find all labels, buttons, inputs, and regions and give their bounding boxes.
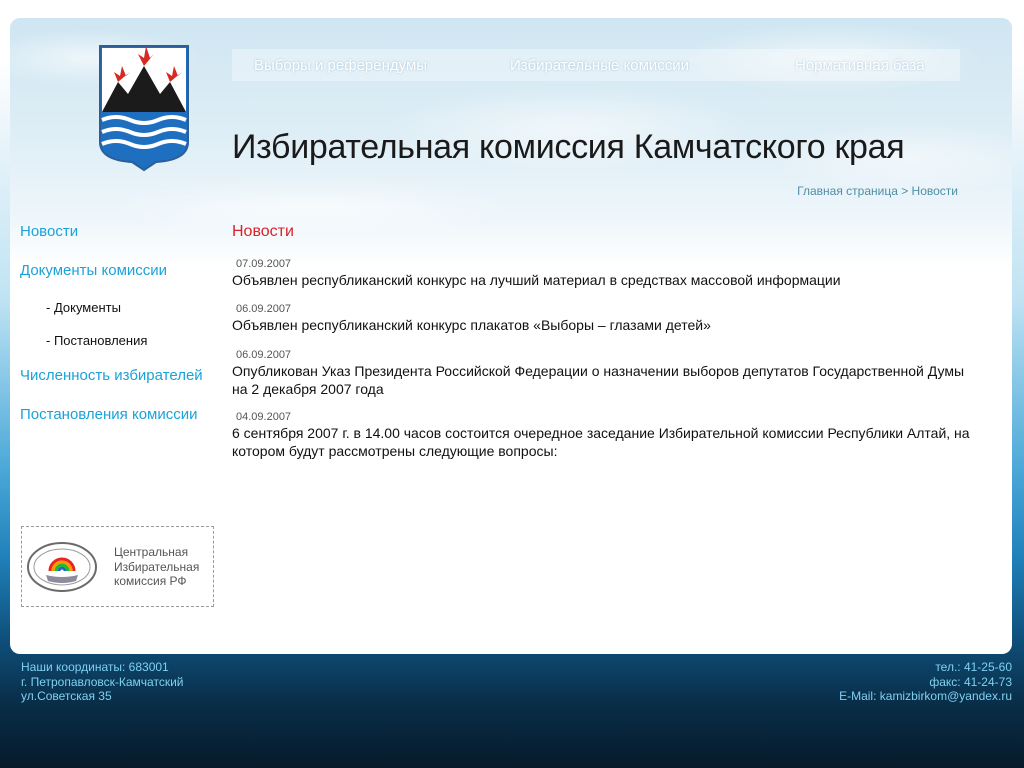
nav-regulatory-base[interactable]: Нормативная база — [795, 57, 925, 74]
cec-line1: Центральная — [114, 545, 189, 559]
news-date: 04.09.2007 — [236, 411, 292, 423]
cec-emblem-icon — [27, 542, 97, 592]
nav-commissions[interactable]: Избирательные комиссии — [510, 57, 689, 74]
sidebar-subitem-documents[interactable]: - Документы — [46, 300, 121, 315]
news-date: 07.09.2007 — [236, 258, 292, 270]
cec-banner[interactable]: Центральная Избирательная комиссия РФ — [21, 526, 214, 607]
sidebar-subitem-resolutions[interactable]: - Постановления — [46, 333, 147, 348]
cec-banner-text: Центральная Избирательная комиссия РФ — [114, 545, 199, 589]
site-title: Избирательная комиссия Камчатского края — [232, 128, 905, 166]
footer-email[interactable]: E-Mail: kamizbirkom@yandex.ru — [839, 689, 1012, 704]
cec-line3: комиссия РФ — [114, 574, 187, 588]
news-title-link[interactable]: Объявлен республиканский конкурс на лучш… — [232, 272, 972, 290]
nav-elections[interactable]: Выборы и референдумы — [254, 57, 427, 74]
top-navigation: Выборы и референдумы Избирательные комис… — [232, 49, 960, 81]
news-item: 06.09.2007 Объявлен республиканский конк… — [232, 302, 972, 335]
sidebar-item-commission-resolutions[interactable]: Постановления комиссии — [20, 406, 198, 423]
news-item: 04.09.2007 6 сентября 2007 г. в 14.00 ча… — [232, 410, 972, 460]
footer-phone: тел.: 41-25-60 — [935, 660, 1012, 674]
news-item: 06.09.2007 Опубликован Указ Президента Р… — [232, 348, 972, 398]
sidebar-item-commission-documents[interactable]: Документы комиссии — [20, 262, 167, 279]
footer-fax: факс: 41-24-73 — [929, 674, 1012, 689]
footer-address: Наши координаты: 683001 г. Петропавловск… — [21, 660, 184, 704]
news-title-link[interactable]: Объявлен республиканский конкурс плакато… — [232, 317, 972, 335]
main-panel: Выборы и референдумы Избирательные комис… — [10, 18, 1012, 654]
kamchatka-coat-of-arms-logo[interactable] — [96, 42, 192, 172]
sidebar-item-voter-count[interactable]: Численность избирателей — [20, 367, 203, 384]
news-title-link[interactable]: Опубликован Указ Президента Российской Ф… — [232, 363, 972, 398]
cec-line2: Избирательная — [114, 559, 200, 574]
section-title: Новости — [232, 223, 294, 240]
news-date: 06.09.2007 — [236, 303, 292, 315]
footer-address-line: ул.Советская 35 — [21, 689, 112, 703]
footer-address-line: Наши координаты: 683001 — [21, 660, 169, 674]
news-item: 07.09.2007 Объявлен республиканский конк… — [232, 257, 972, 290]
sidebar-item-news[interactable]: Новости — [20, 223, 78, 240]
news-title-link[interactable]: 6 сентября 2007 г. в 14.00 часов состоит… — [232, 425, 972, 460]
breadcrumb[interactable]: Главная страница > Новости — [797, 184, 958, 198]
footer-contacts: тел.: 41-25-60 факс: 41-24-73 E-Mail: ka… — [839, 660, 1012, 704]
news-date: 06.09.2007 — [236, 349, 292, 361]
footer-address-line: г. Петропавловск-Камчатский — [21, 674, 184, 689]
